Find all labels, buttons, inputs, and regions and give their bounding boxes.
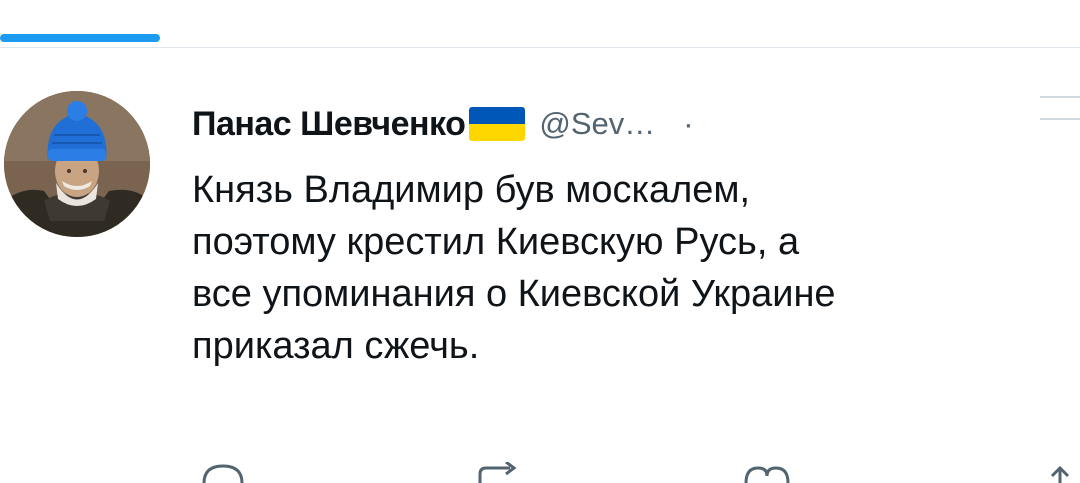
author-display-name[interactable]: Панас Шевченко xyxy=(192,105,466,144)
tweet-text: Князь Владимир був москалем, поэтому кре… xyxy=(192,164,1062,372)
active-tab-indicator[interactable] xyxy=(0,34,160,42)
heart-icon[interactable] xyxy=(740,462,794,483)
reply-icon[interactable] xyxy=(200,462,246,483)
tweet-actions xyxy=(0,462,1080,483)
tweet-text-line: Князь Владимир був москалем, xyxy=(192,169,751,211)
retweet-icon[interactable] xyxy=(470,462,530,483)
tab-strip xyxy=(0,0,1080,52)
tab-divider xyxy=(0,47,1080,48)
tweet-header: Панас Шевченко @Sev… · xyxy=(192,100,694,148)
tweet-text-line: все упоминания о Киевской Украине xyxy=(192,273,836,315)
ukraine-flag-icon xyxy=(469,107,526,141)
tweet-text-line: приказал сжечь. xyxy=(192,325,480,367)
more-options-icon[interactable] xyxy=(1040,96,1080,146)
avatar[interactable] xyxy=(4,91,150,237)
tweet-text-line: поэтому крестил Киевскую Русь, а xyxy=(192,221,800,263)
author-handle[interactable]: @Sev… xyxy=(539,106,655,142)
header-separator: · xyxy=(683,106,694,141)
share-icon[interactable] xyxy=(1040,462,1080,483)
